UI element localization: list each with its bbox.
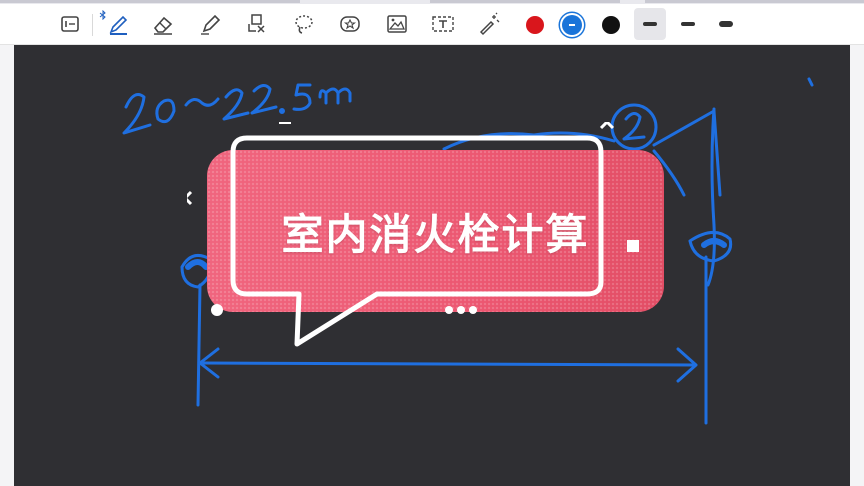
stroke-thin-icon [719,21,733,27]
status-segment [430,0,620,3]
eraser-icon [153,16,173,35]
stroke-thin-button[interactable] [710,8,742,40]
page-view-icon [61,16,79,32]
text-box-icon [432,16,454,32]
eraser-button[interactable] [147,8,179,40]
sticker-button[interactable] [334,8,366,40]
toolbar-separator [92,14,93,36]
highlighter-button[interactable] [194,8,226,40]
stroke-thick-icon [643,22,657,26]
image-icon [387,15,407,33]
bubble-title-text: 室内消火栓计算 [281,209,590,259]
color-swatch-blue[interactable] [562,15,582,35]
stroke-thick-button[interactable] [634,8,666,40]
left-margin [0,45,14,486]
color-swatch-red[interactable] [526,16,544,34]
stroke-medium-button[interactable] [672,8,704,40]
shape-recognition-button[interactable] [241,8,273,40]
laser-pointer-icon [479,12,500,36]
highlighter-icon [201,14,221,35]
status-segment [645,0,864,3]
page-view-button[interactable] [54,8,86,40]
lasso-button[interactable] [288,8,320,40]
bluetooth-icon [99,10,106,20]
sticker-icon [340,16,360,32]
drawing-canvas[interactable]: 室内消火栓计算 [14,45,850,486]
image-button[interactable] [381,8,413,40]
lasso-icon [295,15,313,34]
right-margin [850,45,864,486]
stroke-medium-icon [681,22,695,26]
text-box-button[interactable] [427,8,459,40]
color-swatch-black[interactable] [602,16,620,34]
drawing-toolbar [0,4,864,45]
laser-pointer-button[interactable] [473,8,505,40]
title-speech-bubble: 室内消火栓计算 [187,122,664,347]
status-segment [0,0,300,3]
shape-recognition-icon [248,14,265,33]
selected-indicator [569,24,575,26]
pen-icon [109,15,128,35]
